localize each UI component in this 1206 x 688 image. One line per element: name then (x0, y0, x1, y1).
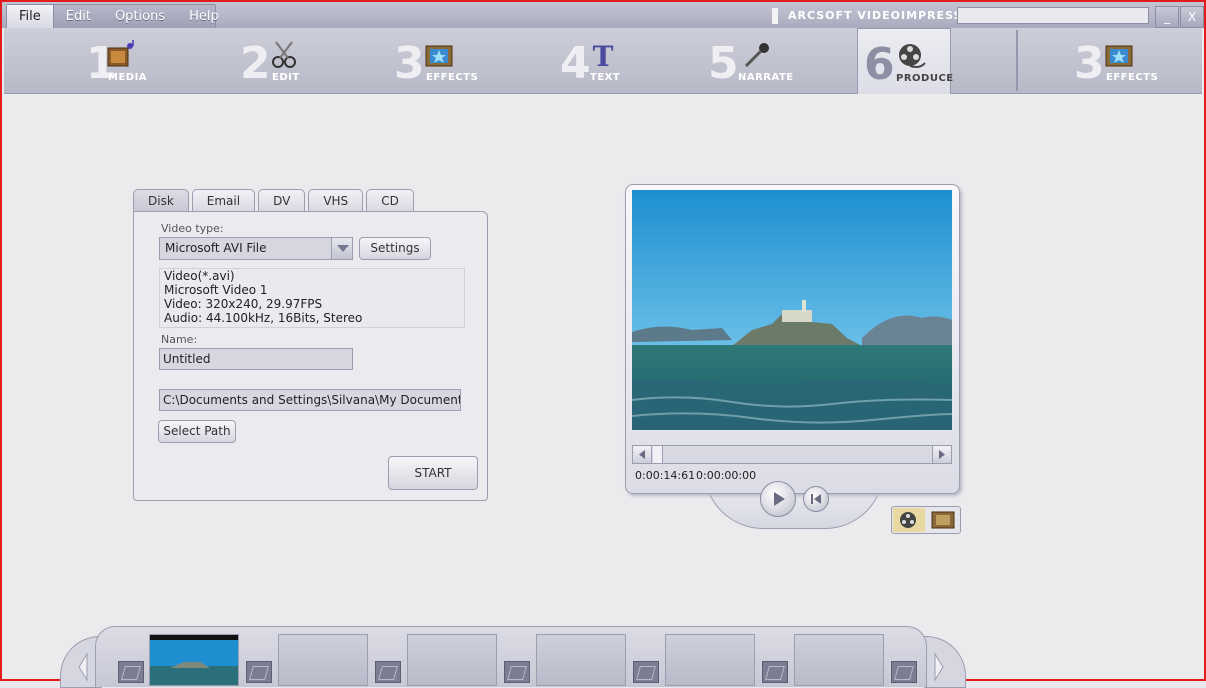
step-effects-secondary[interactable]: 3 EFFECTS (1074, 28, 1184, 93)
settings-button[interactable]: Settings (359, 237, 431, 260)
format-info: Video(*.avi) Microsoft Video 1 Video: 32… (159, 268, 465, 328)
effects-icon (1105, 45, 1133, 67)
select-path-button[interactable]: Select Path (158, 420, 236, 443)
view-mode-toggle (891, 506, 961, 534)
menu-edit[interactable]: Edit (54, 5, 103, 28)
timecode-total: 0:00:00:00 (696, 469, 757, 482)
scroll-thumb[interactable] (653, 446, 663, 463)
microphone-icon (744, 43, 769, 68)
step-label: TEXT (590, 72, 621, 83)
workflow-steps: 1 MEDIA 2 EDIT 3 EFFECTS 4 T TEXT 5 NARR… (4, 28, 1202, 94)
brand-marker (772, 8, 778, 24)
step-label: EFFECTS (1106, 72, 1159, 83)
menu-options[interactable]: Options (103, 5, 177, 28)
menu-bar: File Edit Options Help (6, 4, 219, 29)
storyboard-clip[interactable] (149, 634, 239, 686)
step-divider (1016, 30, 1018, 91)
transition-slot[interactable] (375, 661, 401, 683)
step-edit[interactable]: 2 EDIT (240, 28, 360, 93)
storyboard-clip-empty[interactable] (665, 634, 755, 686)
scroll-left-button[interactable] (633, 446, 652, 463)
scissors-icon (272, 41, 296, 68)
step-number: 5 (708, 38, 739, 89)
video-type-label: Video type: (161, 222, 224, 235)
play-button[interactable] (760, 481, 796, 517)
step-number: 3 (394, 38, 425, 89)
play-icon (774, 492, 785, 506)
tab-cd[interactable]: CD (366, 189, 414, 211)
video-type-value: Microsoft AVI File (165, 241, 267, 255)
step-narrate[interactable]: 5 NARRATE (708, 28, 818, 93)
tab-dv[interactable]: DV (258, 189, 306, 211)
minimize-button[interactable]: _ (1155, 6, 1179, 28)
tab-email[interactable]: Email (191, 189, 256, 211)
chevron-down-icon[interactable] (331, 238, 352, 259)
transition-slot[interactable] (891, 661, 917, 683)
timecode-current: 0:00:14:61 (635, 469, 696, 482)
film-reel-icon (900, 512, 916, 528)
menu-file[interactable]: File (7, 5, 54, 28)
storyboard-mode-button[interactable] (893, 508, 925, 532)
filmstrip-icon[interactable] (928, 509, 958, 531)
skip-back-icon (811, 494, 821, 504)
video-type-select[interactable]: Microsoft AVI File (159, 237, 353, 260)
tab-vhs[interactable]: VHS (308, 189, 364, 211)
step-media[interactable]: 1 MEDIA (86, 28, 206, 93)
name-label: Name: (161, 333, 198, 346)
transition-slot[interactable] (633, 661, 659, 683)
effects-icon (425, 45, 453, 67)
name-input[interactable]: Untitled (159, 348, 353, 370)
info-line: Microsoft Video 1 (164, 283, 268, 297)
scroll-left-icon[interactable] (78, 652, 88, 682)
chevron-left-icon (639, 450, 645, 459)
step-label: PRODUCE (896, 73, 954, 84)
scroll-right-button[interactable] (932, 446, 951, 463)
menu-help[interactable]: Help (177, 5, 231, 28)
transition-slot[interactable] (246, 661, 272, 683)
start-button[interactable]: START (388, 456, 478, 490)
storyboard-clip-empty[interactable] (407, 634, 497, 686)
step-text[interactable]: 4 T TEXT (560, 28, 670, 93)
timeline-scrollbar[interactable] (632, 445, 952, 464)
svg-text:T: T (593, 40, 614, 70)
text-icon: T (593, 40, 614, 70)
step-label: EFFECTS (426, 72, 479, 83)
media-icon (107, 40, 134, 67)
step-number: 6 (864, 39, 895, 90)
transition-slot[interactable] (504, 661, 530, 683)
step-label: NARRATE (738, 72, 794, 83)
step-produce[interactable]: 6 PRODUCE (857, 28, 954, 94)
chevron-right-icon (939, 450, 945, 459)
storyboard-clip-empty[interactable] (278, 634, 368, 686)
tab-disk[interactable]: Disk (133, 189, 189, 211)
close-button[interactable]: X (1180, 6, 1204, 28)
title-field (957, 7, 1149, 24)
info-line: Video(*.avi) (164, 269, 235, 283)
scroll-right-icon[interactable] (934, 652, 944, 682)
info-line: Audio: 44.100kHz, 16Bits, Stereo (164, 311, 363, 325)
title-bar: File Edit Options Help ARCSOFT VIDEOIMPR… (2, 2, 1204, 29)
film-reel-icon (899, 44, 926, 68)
storyboard-clip-empty[interactable] (536, 634, 626, 686)
step-label: MEDIA (108, 72, 148, 83)
transition-slot[interactable] (118, 661, 144, 683)
step-label: EDIT (272, 72, 300, 83)
step-number: 4 (560, 38, 591, 89)
path-input[interactable]: C:\Documents and Settings\Silvana\My Doc… (159, 389, 461, 411)
output-tabs: Disk Email DV VHS CD (133, 189, 417, 212)
step-effects[interactable]: 3 EFFECTS (394, 28, 514, 93)
step-number: 2 (240, 38, 271, 89)
transition-slot[interactable] (762, 661, 788, 683)
step-number: 3 (1074, 38, 1105, 89)
video-preview (632, 190, 952, 430)
info-line: Video: 320x240, 29.97FPS (164, 297, 323, 311)
rewind-button[interactable] (803, 486, 829, 512)
storyboard-clip-empty[interactable] (794, 634, 884, 686)
